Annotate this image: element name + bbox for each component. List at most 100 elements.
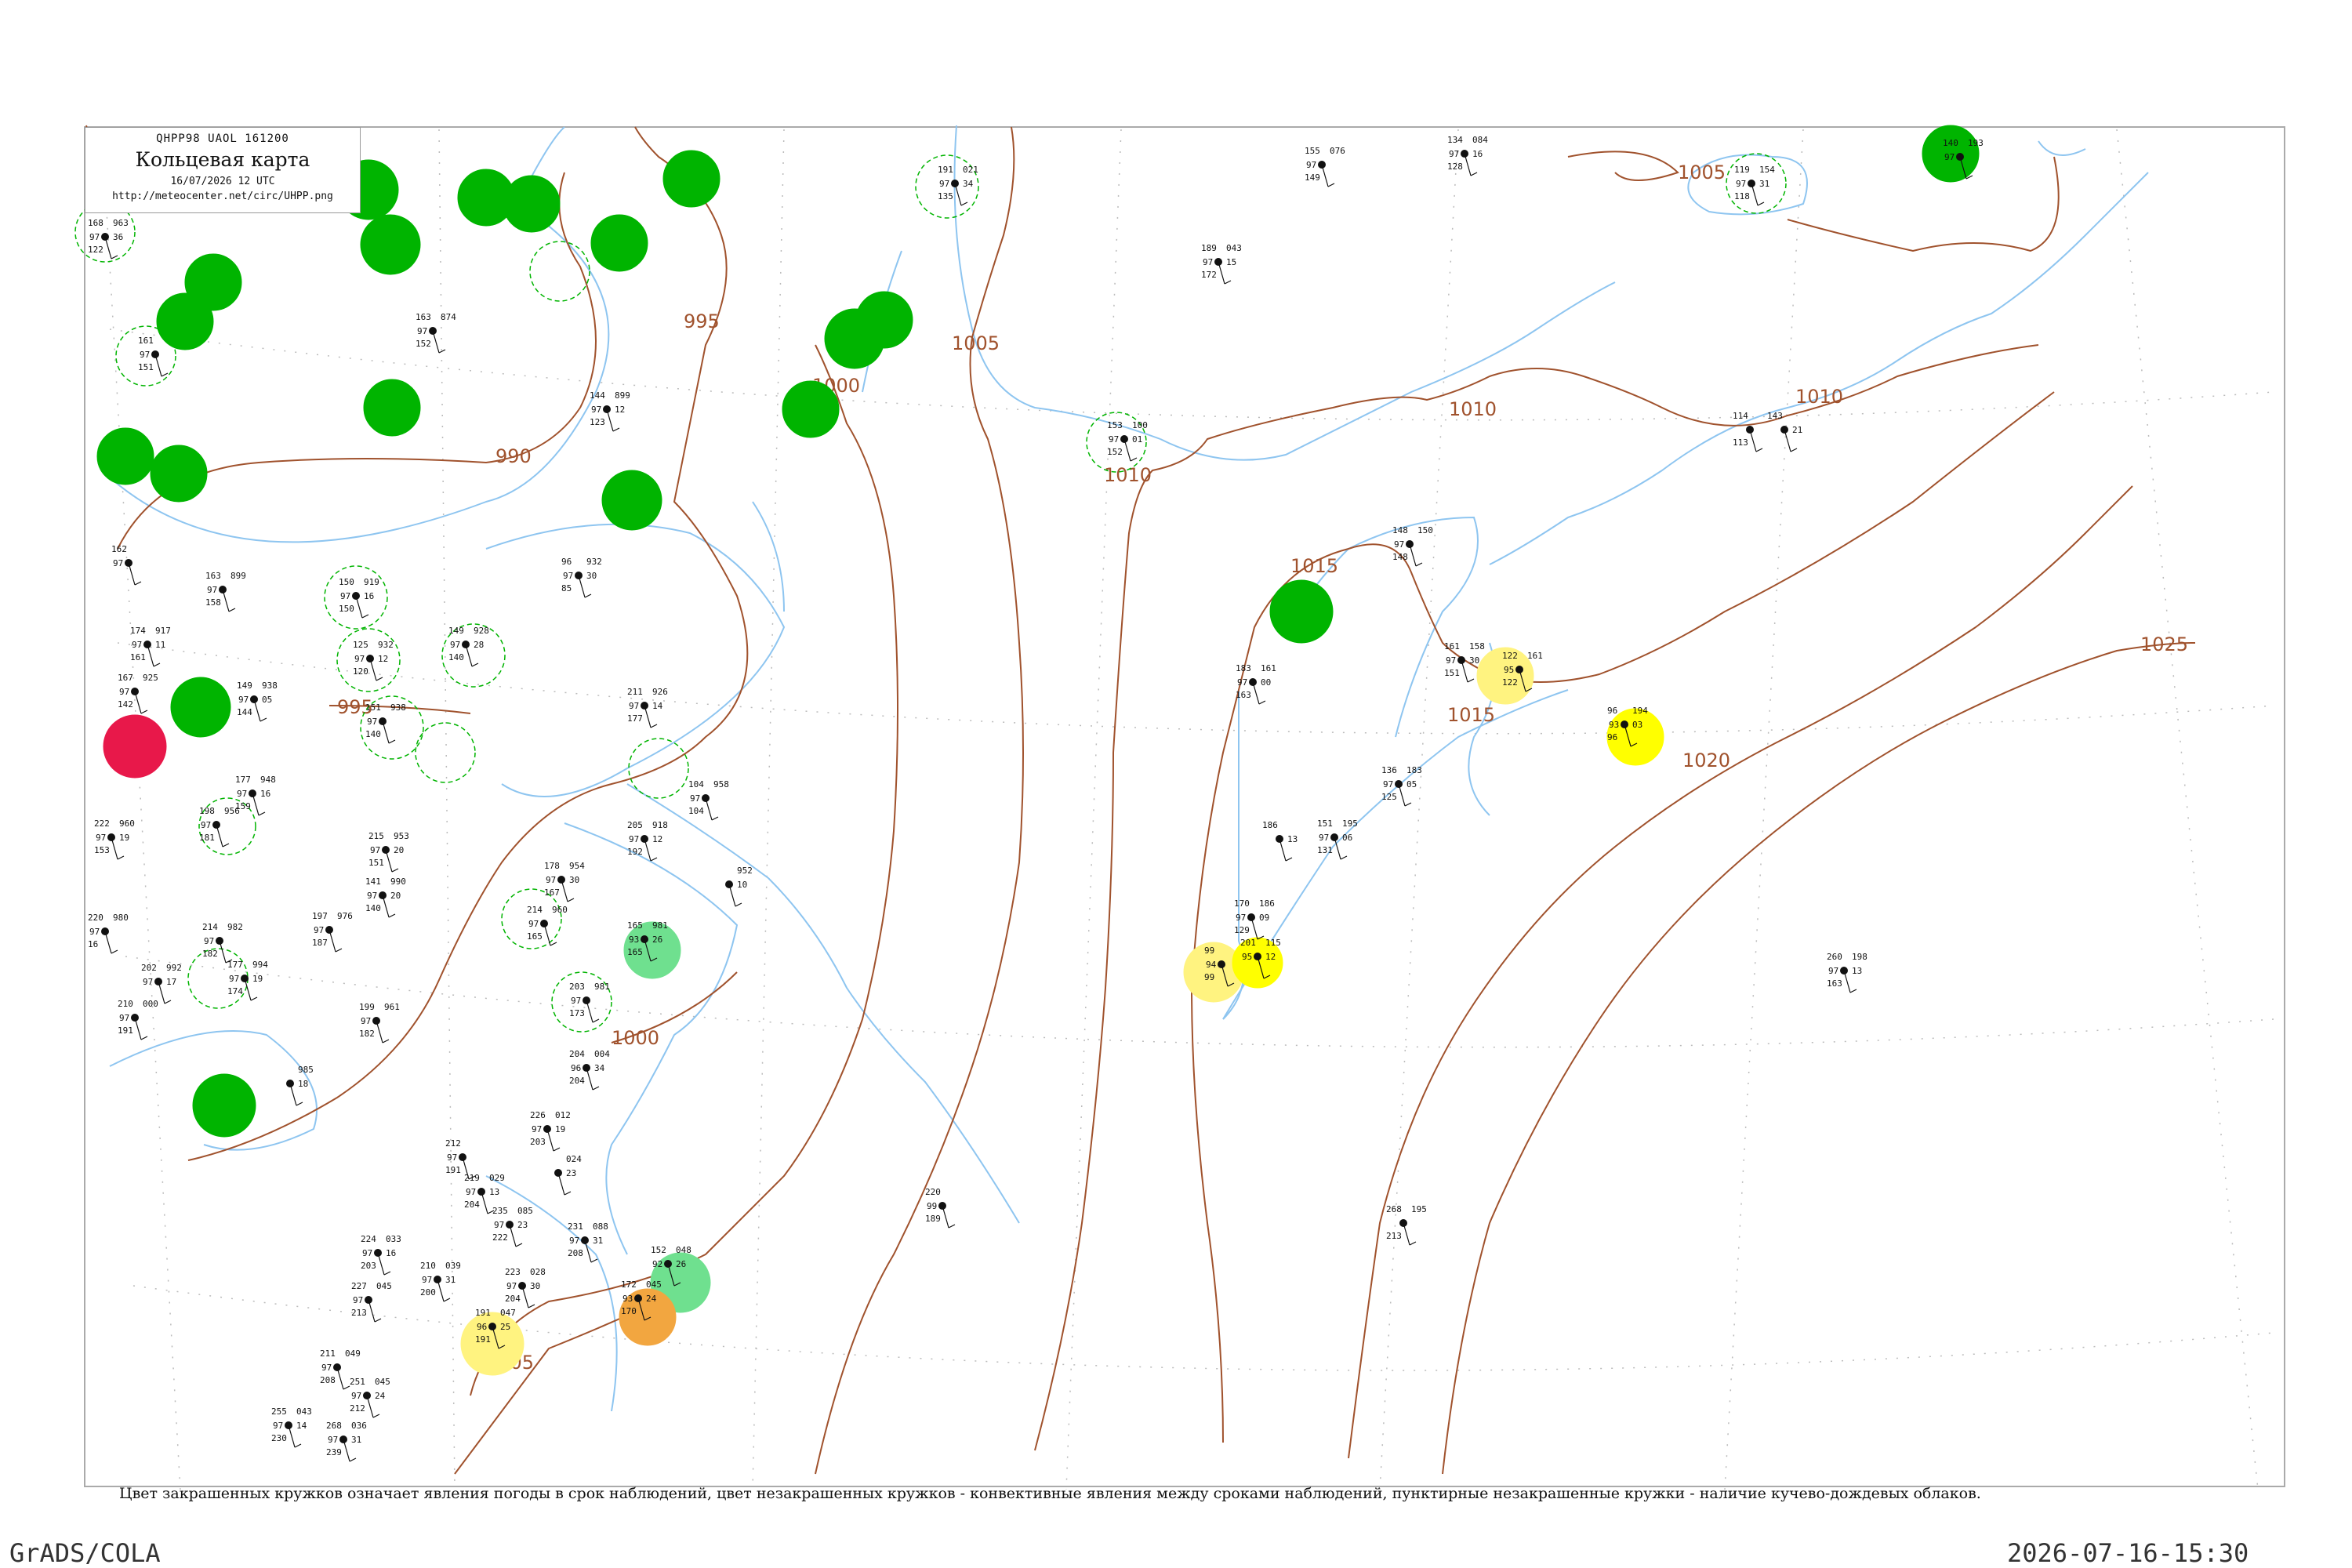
rain-circle[interactable] (590, 214, 648, 272)
station-plot[interactable]: 990 141 97 20 140 (365, 877, 406, 918)
station-plot[interactable]: 919 150 97 16 150 (339, 577, 379, 619)
station-plot[interactable]: 917 174 97 11 161 (130, 626, 171, 667)
station-plot[interactable]: 954 178 97 30 167 (544, 861, 585, 902)
station-plot[interactable]: 960 214 97 165 (527, 905, 568, 946)
station-plot[interactable]: 982 214 97 182 (202, 922, 243, 964)
dewpoint-value: 152 (1107, 447, 1123, 457)
station-plot[interactable]: 084 134 97 16 128 (1447, 135, 1488, 176)
rain-circle[interactable] (170, 677, 231, 738)
station-plot[interactable]: 186 13 (1262, 820, 1298, 862)
station-plot[interactable]: 021 191 97 34 135 (938, 165, 978, 206)
rain-circle[interactable] (192, 1073, 256, 1138)
rain-circle[interactable] (503, 175, 561, 233)
station-plot[interactable]: 195 268 213 (1386, 1204, 1427, 1246)
station-plot[interactable]: 036 268 97 31 239 (326, 1421, 367, 1462)
station-plot[interactable]: 02423 (554, 1154, 582, 1196)
station-plot[interactable]: 045 251 97 24 212 (350, 1377, 390, 1418)
station-plot[interactable]: 94817797 16159 (235, 775, 276, 816)
station-plot[interactable]: 981 203 97 173 (569, 982, 610, 1023)
rain-circle[interactable] (1269, 579, 1334, 644)
rain-circle[interactable] (360, 214, 421, 275)
humidity-value: 97 (119, 687, 129, 697)
station-plot[interactable]: 932 125 97 12 120 (353, 640, 394, 681)
rain-circle[interactable] (662, 150, 720, 208)
station-plot[interactable]: 100 153 97 01 152 (1107, 420, 1148, 462)
light-yellow-circle[interactable] (460, 1312, 524, 1376)
temperature-value: 226 (530, 1110, 546, 1120)
temperature-value: 104 (688, 779, 704, 789)
station-plot[interactable]: 012 226 97 19 203 (530, 1110, 571, 1152)
rain-circle[interactable] (363, 379, 421, 437)
dewpoint-value: 149 (1305, 172, 1320, 183)
humidity-value: 95 (1242, 952, 1252, 962)
station-plot[interactable]: 195 151 97 06 131 (1317, 818, 1358, 860)
station-plot[interactable]: 161 183 97 00 163 (1236, 663, 1276, 705)
station-plot[interactable]: 938 151 97 140 (365, 702, 406, 744)
station-plot[interactable]: 963 168 97 36 122 (88, 218, 129, 260)
station-plot[interactable]: 033 224 97 16 203 (361, 1234, 401, 1276)
station-plot[interactable]: 150 148 97 148 (1392, 525, 1433, 567)
station-plot[interactable]: 95210 (725, 866, 753, 907)
tendency-value: 31 (351, 1435, 361, 1445)
station-plot[interactable]: 958 104 97 104 (688, 779, 729, 821)
station-plot[interactable]: 928 149 97 28 140 (448, 626, 489, 667)
temperature-value: 114 (1733, 411, 1748, 421)
station-plot[interactable]: 98518 (286, 1065, 314, 1106)
tendency-value: 24 (646, 1294, 657, 1304)
station-plot[interactable]: 899 144 97 12 123 (590, 390, 630, 432)
rain-circle[interactable] (96, 427, 154, 485)
tendency-value: 12 (378, 654, 388, 664)
rain-circle[interactable] (601, 470, 662, 531)
station-plot[interactable]: 926 211 97 14 177 (627, 687, 668, 728)
station-plot[interactable]: 085 235 97 23 222 (492, 1206, 533, 1247)
temperature-value: 211 (320, 1348, 336, 1359)
isobar-label-995: 995 (684, 310, 720, 332)
temperature-value: 214 (202, 922, 218, 932)
station-plot[interactable]: 043 189 97 15 172 (1201, 243, 1242, 285)
dewpoint-value: 120 (353, 666, 368, 677)
rain-circle[interactable] (782, 380, 840, 438)
pressure-value: 980 (113, 913, 129, 923)
station-plot[interactable]: 899 163 97 158 (205, 571, 246, 612)
station-plot[interactable]: 088 231 97 31 208 (568, 1221, 608, 1263)
station-plot[interactable]: 874 163 97 152 (416, 312, 456, 354)
station-plot[interactable]: 039 210 97 31 200 (420, 1261, 461, 1302)
station-plot[interactable]: 938 149 97 05 144 (237, 681, 278, 722)
station-plot[interactable]: 925 167 97 142 (118, 673, 158, 714)
temperature-value: 163 (205, 571, 221, 581)
rain-circle[interactable] (156, 292, 214, 350)
station-plot[interactable]: 953 215 97 20 151 (368, 831, 409, 873)
pressure-value: 926 (652, 687, 668, 697)
station-plot[interactable]: 043 255 97 14 230 (271, 1406, 312, 1448)
station-plot[interactable]: 960 222 97 19 153 (94, 818, 135, 860)
station-plot[interactable]: 918 205 97 12 192 (627, 820, 668, 862)
station-plot[interactable]: 980 220 97 16 (88, 913, 129, 954)
station-plot[interactable]: 000 210 97 191 (118, 999, 158, 1040)
station-plot[interactable]: 992 202 97 17 (141, 963, 182, 1004)
station-plot[interactable]: 198 260 97 13 163 (1827, 952, 1867, 993)
thunder-circle[interactable] (103, 714, 167, 779)
station-plot[interactable]: 028 223 97 30 204 (505, 1267, 546, 1308)
dewpoint-value: 122 (1502, 677, 1518, 688)
station-plot[interactable]: 161 97 151 (138, 336, 169, 377)
rain-circle[interactable] (855, 291, 913, 349)
station-plot[interactable]: 961 199 97 182 (359, 1002, 400, 1044)
station-plot[interactable]: 956 198 97 181 (199, 806, 240, 848)
station-plot[interactable]: 045 227 97 213 (351, 1281, 392, 1323)
station-plot[interactable]: 16297 (111, 544, 142, 586)
pressure-value: 195 (1411, 1204, 1427, 1214)
cb-circle[interactable] (415, 722, 476, 783)
cb-circle[interactable] (529, 241, 590, 302)
station-plot[interactable]: 076 155 97 149 (1305, 146, 1345, 187)
station-plot[interactable]: 154 119 97 31 118 (1734, 165, 1775, 206)
rain-circle[interactable] (150, 445, 208, 503)
station-plot[interactable]: 976 197 97 187 (312, 911, 353, 953)
pressure-value: 024 (566, 1154, 582, 1164)
station-plot[interactable]: 183 136 97 05 125 (1381, 765, 1422, 807)
station-plot[interactable]: 186 170 97 09 129 (1234, 898, 1275, 940)
station-plot[interactable]: 994 177 97 19 174 (227, 960, 268, 1001)
station-plot[interactable]: 932 96 97 30 85 (561, 557, 602, 598)
map-url[interactable]: http://meteocenter.net/circ/UHPP.png (85, 191, 360, 202)
station-plot[interactable]: 004 204 96 34 204 (569, 1049, 610, 1091)
station-plot[interactable]: 220 99 189 (925, 1187, 956, 1229)
